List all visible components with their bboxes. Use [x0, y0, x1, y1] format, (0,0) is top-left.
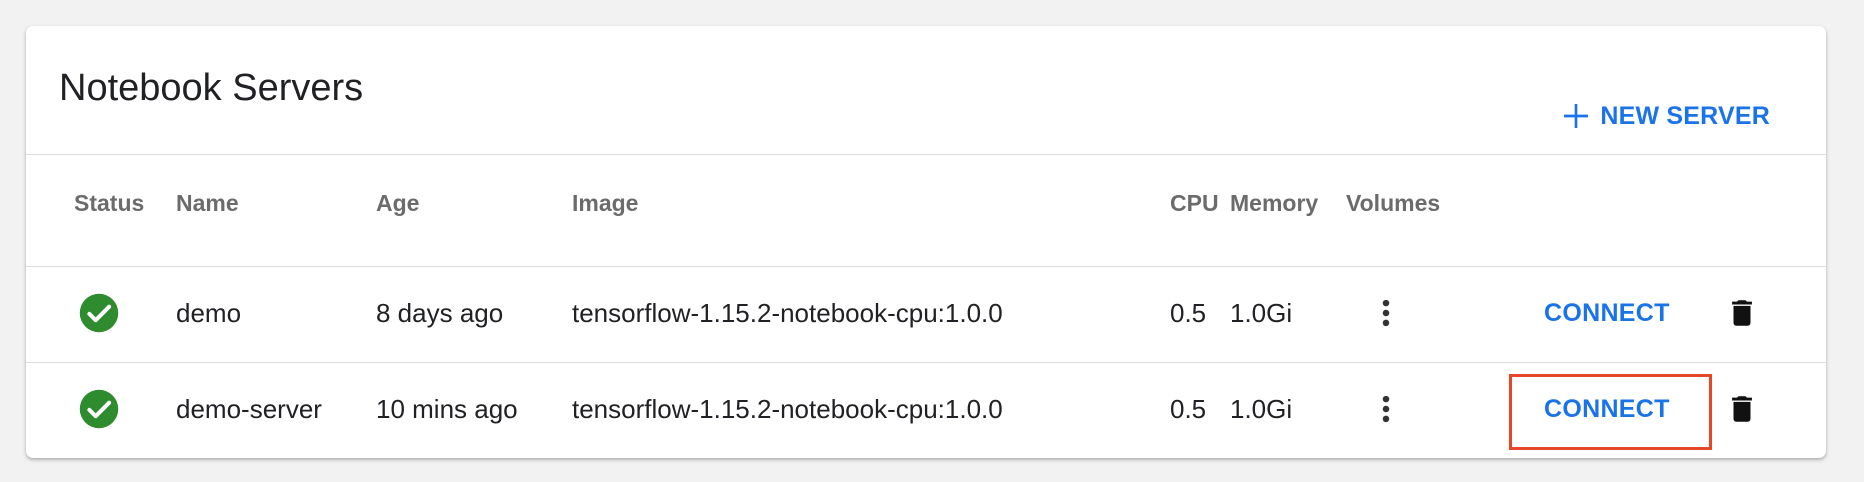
col-header-image: Image [572, 190, 639, 216]
connect-button[interactable]: CONNECT [1544, 394, 1670, 424]
col-header-status: Status [74, 190, 145, 216]
row-memory: 1.0Gi [1230, 298, 1293, 328]
notebook-servers-card: Notebook Servers NEW SERVER Status Name … [26, 26, 1826, 458]
delete-icon[interactable] [1725, 388, 1759, 430]
col-header-name: Name [176, 190, 239, 216]
col-header-volumes: Volumes [1346, 190, 1441, 216]
row-age: 10 mins ago [376, 394, 518, 424]
col-header-age: Age [376, 190, 420, 216]
row-cpu: 0.5 [1170, 298, 1207, 328]
more-vert-icon[interactable] [1369, 291, 1403, 335]
page-title: Notebook Servers [59, 67, 364, 109]
row-age: 8 days ago [376, 298, 504, 328]
row-cpu: 0.5 [1170, 394, 1207, 424]
header-divider [26, 154, 1826, 155]
col-header-memory: Memory [1230, 190, 1319, 216]
row-name: demo [176, 298, 242, 328]
check-circle-icon [79, 293, 119, 333]
new-server-button[interactable]: NEW SERVER [1560, 92, 1770, 140]
plus-icon [1564, 104, 1589, 128]
row-divider [26, 362, 1826, 363]
new-server-label: NEW SERVER [1600, 101, 1770, 130]
connect-button[interactable]: CONNECT [1544, 298, 1670, 328]
row-memory: 1.0Gi [1230, 394, 1293, 424]
more-vert-icon[interactable] [1369, 387, 1403, 431]
row-image: tensorflow-1.15.2-notebook-cpu:1.0.0 [572, 298, 1003, 328]
row-name: demo-server [176, 394, 322, 424]
table-header-divider [26, 266, 1826, 267]
check-circle-icon [79, 389, 119, 429]
row-image: tensorflow-1.15.2-notebook-cpu:1.0.0 [572, 394, 1003, 424]
delete-icon[interactable] [1725, 292, 1759, 334]
col-header-cpu: CPU [1170, 190, 1219, 216]
